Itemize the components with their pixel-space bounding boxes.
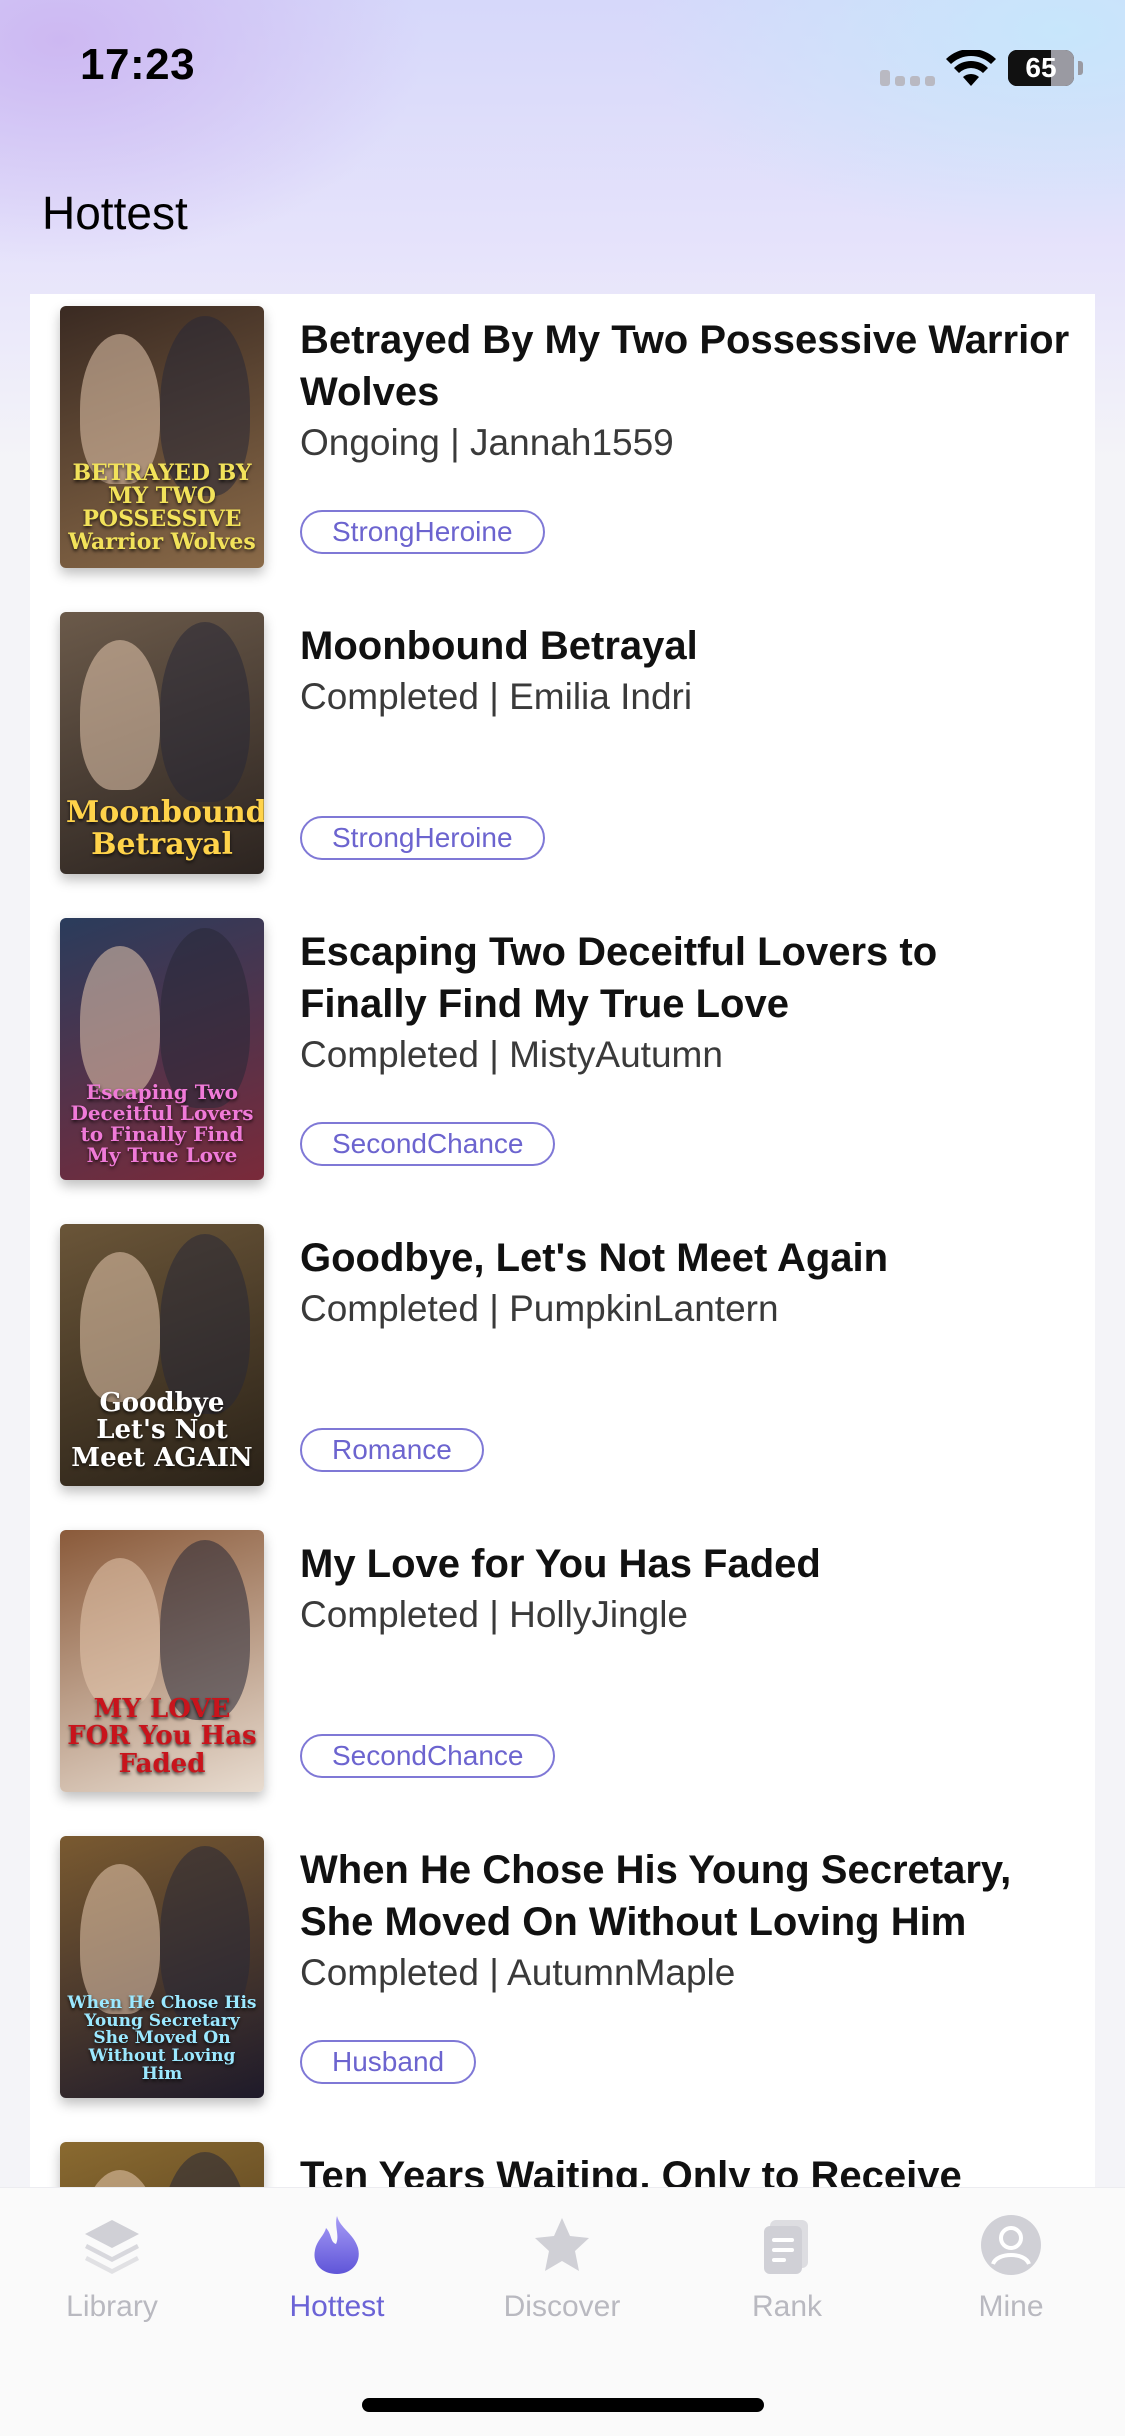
book-list-item[interactable]: MY LOVE FOR You Has Faded My Love for You… bbox=[30, 1518, 1095, 1824]
book-list-item[interactable]: Goodbye Let's Not Meet AGAIN Goodbye, Let… bbox=[30, 1212, 1095, 1518]
book-cover-image[interactable]: Moonbound Betrayal bbox=[60, 612, 264, 874]
stack-layers-icon bbox=[81, 2214, 143, 2276]
book-title[interactable]: Ten Years Waiting, Only to Receive bbox=[300, 2150, 1070, 2187]
home-indicator[interactable] bbox=[362, 2398, 764, 2412]
user-avatar-icon bbox=[980, 2214, 1042, 2276]
book-list-item[interactable]: BETRAYED BY MY TWO POSSESSIVE Warrior Wo… bbox=[30, 294, 1095, 600]
battery-icon: 65 bbox=[1008, 50, 1074, 86]
book-genre-tag[interactable]: SecondChance bbox=[300, 1734, 556, 1778]
cover-figure-man bbox=[160, 1540, 250, 1720]
book-status-author: Completed | HollyJingle bbox=[300, 1594, 689, 1635]
book-title[interactable]: Betrayed By My Two Possessive Warrior Wo… bbox=[300, 314, 1070, 418]
book-title[interactable]: Goodbye, Let's Not Meet Again bbox=[300, 1232, 1070, 1284]
book-title[interactable]: When He Chose His Young Secretary, She M… bbox=[300, 1844, 1070, 1948]
cover-title-text: Moonbound Betrayal bbox=[66, 795, 264, 862]
book-genre-tag[interactable]: Husband bbox=[300, 2040, 477, 2084]
cover-figure-woman bbox=[80, 946, 160, 1096]
tab-mine[interactable]: Mine bbox=[931, 2214, 1091, 2324]
cover-title-text: BETRAYED BY MY TWO POSSESSIVE Warrior Wo… bbox=[68, 459, 256, 555]
tab-hottest[interactable]: Hottest bbox=[257, 2214, 417, 2324]
tab-discover[interactable]: Discover bbox=[482, 2214, 642, 2324]
cover-figure-man bbox=[160, 1234, 250, 1414]
cover-figure-woman bbox=[80, 640, 160, 790]
tab-label: Rank bbox=[751, 2290, 823, 2323]
page-title: Hottest bbox=[42, 187, 188, 239]
cover-title-text: MY LOVE FOR You Has Faded bbox=[67, 1694, 257, 1779]
cover-figure-woman bbox=[80, 1558, 160, 1708]
status-time: 17:23 bbox=[80, 40, 196, 89]
book-status-author: Completed | AutumnMaple bbox=[300, 1952, 736, 1993]
book-list-item[interactable]: Ten Years Waiting, Only to Receive bbox=[30, 2130, 1095, 2187]
book-cover-image[interactable]: When He Chose His Young Secretary She Mo… bbox=[60, 1836, 264, 2098]
book-status-author: Completed | PumpkinLantern bbox=[300, 1288, 779, 1329]
book-status-author: Completed | Emilia Indri bbox=[300, 676, 693, 717]
book-title[interactable]: My Love for You Has Faded bbox=[300, 1538, 1070, 1590]
cover-figure-woman bbox=[80, 1864, 160, 2014]
cover-figure-man bbox=[160, 622, 250, 802]
book-list-item[interactable]: Moonbound Betrayal Moonbound Betrayal Comp… bbox=[30, 600, 1095, 906]
cover-title-text: When He Chose His Young Secretary She Mo… bbox=[67, 1992, 257, 2085]
cover-title-text: Goodbye Let's Not Meet AGAIN bbox=[71, 1388, 253, 1473]
book-list-item[interactable]: When He Chose His Young Secretary She Mo… bbox=[30, 1824, 1095, 2130]
book-list[interactable]: BETRAYED BY MY TWO POSSESSIVE Warrior Wo… bbox=[30, 294, 1095, 2187]
wifi-icon bbox=[946, 50, 996, 86]
book-status-author: Completed | MistyAutumn bbox=[300, 1034, 723, 1075]
tab-label: Hottest bbox=[289, 2290, 385, 2323]
documents-icon bbox=[756, 2214, 818, 2276]
book-title[interactable]: Moonbound Betrayal bbox=[300, 620, 1070, 672]
book-list-item[interactable]: Escaping Two Deceitful Lovers to Finally… bbox=[30, 906, 1095, 1212]
cover-figure-woman bbox=[80, 2170, 160, 2187]
flame-icon bbox=[306, 2214, 368, 2276]
tab-label: Mine bbox=[978, 2290, 1044, 2323]
cellular-signal-icon bbox=[880, 70, 936, 86]
battery-percentage: 65 bbox=[1025, 52, 1057, 83]
book-genre-tag[interactable]: Romance bbox=[300, 1428, 484, 1472]
tab-library[interactable]: Library bbox=[32, 2214, 192, 2324]
book-genre-tag[interactable]: SecondChance bbox=[300, 1122, 556, 1166]
book-genre-tag[interactable]: StrongHeroine bbox=[300, 816, 545, 860]
book-cover-image[interactable]: Goodbye Let's Not Meet AGAIN bbox=[60, 1224, 264, 1486]
tab-label: Library bbox=[66, 2290, 158, 2323]
tab-label: Discover bbox=[503, 2290, 621, 2323]
book-cover-image[interactable] bbox=[60, 2142, 264, 2187]
status-bar: 17:23 65 bbox=[0, 0, 1125, 140]
book-cover-image[interactable]: BETRAYED BY MY TWO POSSESSIVE Warrior Wo… bbox=[60, 306, 264, 568]
book-status-author: Ongoing | Jannah1559 bbox=[300, 422, 674, 463]
battery-tip bbox=[1078, 61, 1083, 75]
cover-title-text: Escaping Two Deceitful Lovers to Finally… bbox=[70, 1080, 254, 1167]
tab-rank[interactable]: Rank bbox=[707, 2214, 867, 2324]
star-icon bbox=[531, 2214, 593, 2276]
book-genre-tag[interactable]: StrongHeroine bbox=[300, 510, 545, 554]
book-title[interactable]: Escaping Two Deceitful Lovers to Finally… bbox=[300, 926, 1070, 1030]
book-cover-image[interactable]: Escaping Two Deceitful Lovers to Finally… bbox=[60, 918, 264, 1180]
cover-figure-man bbox=[160, 2152, 250, 2187]
cover-figure-woman bbox=[80, 1252, 160, 1402]
book-cover-image[interactable]: MY LOVE FOR You Has Faded bbox=[60, 1530, 264, 1792]
